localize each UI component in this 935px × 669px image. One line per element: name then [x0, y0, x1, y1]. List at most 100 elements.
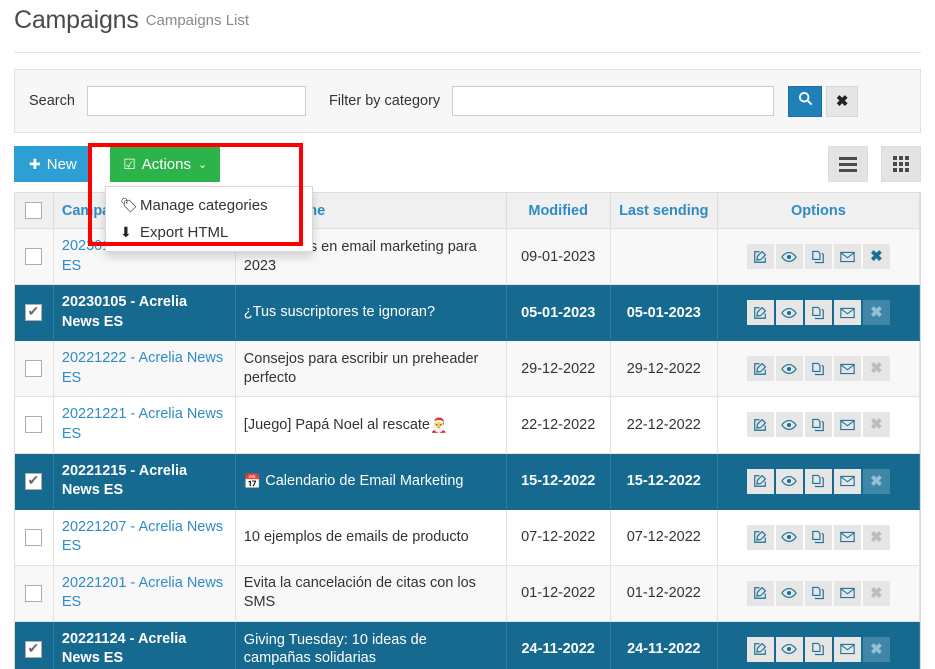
send-button[interactable] — [833, 356, 861, 382]
actions-dropdown-button[interactable]: ☑ Actions ⌄ — [110, 146, 221, 182]
options-cell: ✖ — [717, 509, 921, 566]
edit-button[interactable] — [746, 580, 774, 606]
actions-dropdown-menu[interactable]: 🏷 Manage categories ⬇ Export HTML — [105, 186, 313, 252]
row-checkbox[interactable] — [25, 639, 43, 658]
row-select-cell[interactable] — [15, 228, 54, 286]
send-button[interactable] — [833, 524, 861, 550]
row-select-cell[interactable] — [15, 396, 54, 454]
duplicate-button[interactable] — [804, 636, 832, 662]
duplicate-button[interactable] — [804, 580, 832, 606]
duplicate-button[interactable] — [804, 468, 832, 494]
header-last-sending[interactable]: Last sending — [610, 193, 718, 229]
delete-button: ✖ — [862, 468, 890, 494]
send-button[interactable] — [833, 580, 861, 606]
campaign-link[interactable]: 20221201 - Acrelia News ES — [62, 574, 227, 613]
table-row[interactable]: 20221215 - Acrelia News ES📅Calendario de… — [15, 453, 921, 510]
modified-date-cell: 22-12-2022 — [506, 396, 611, 454]
table-row[interactable]: 20221201 - Acrelia News ES Evita la cance… — [15, 565, 921, 622]
clear-filters-button[interactable]: ✖ — [826, 85, 859, 117]
table-row[interactable]: 20221221 - Acrelia News ES [Juego] Papá N… — [15, 396, 921, 454]
modified-date-cell: 01-12-2022 — [506, 565, 611, 622]
page-header: Campaigns Campaigns List — [0, 0, 935, 46]
preview-button[interactable] — [775, 580, 803, 606]
row-checkbox[interactable] — [25, 248, 43, 266]
edit-button[interactable] — [746, 356, 774, 382]
campaign-link[interactable]: 20221215 - Acrelia News ES — [62, 462, 227, 501]
campaign-link[interactable]: 20221221 - Acrelia News ES — [62, 405, 227, 444]
menu-item-manage-categories[interactable]: 🏷 Manage categories — [106, 192, 312, 219]
new-campaign-button[interactable]: ✚ New — [14, 146, 92, 182]
menu-item-export-html[interactable]: ⬇ Export HTML — [106, 219, 312, 246]
edit-button[interactable] — [746, 300, 774, 326]
header-modified[interactable]: Modified — [506, 193, 611, 229]
preview-button[interactable] — [775, 468, 803, 494]
header-select-all[interactable] — [15, 193, 54, 229]
edit-button[interactable] — [746, 636, 774, 662]
search-input[interactable] — [86, 86, 306, 116]
campaign-name-cell[interactable]: 20221221 - Acrelia News ES — [53, 396, 236, 454]
campaign-name-cell[interactable]: 20221222 - Acrelia News ES — [53, 340, 236, 398]
row-checkbox[interactable] — [25, 360, 43, 378]
campaign-name-cell[interactable]: 20221207 - Acrelia News ES — [53, 509, 236, 566]
last-sending-date-cell — [610, 228, 718, 286]
modified-date-cell: 09-01-2023 — [506, 228, 611, 286]
preview-button[interactable] — [775, 412, 803, 438]
row-checkbox[interactable] — [25, 584, 43, 602]
campaign-name-cell[interactable]: 20221201 - Acrelia News ES — [53, 565, 236, 622]
category-filter-input[interactable] — [452, 86, 775, 116]
send-button[interactable] — [833, 412, 861, 438]
row-select-cell[interactable] — [15, 284, 54, 342]
row-checkbox[interactable] — [25, 416, 43, 434]
row-select-cell[interactable] — [15, 509, 54, 566]
campaign-link[interactable]: 20221124 - Acrelia News ES — [62, 630, 227, 669]
menu-item-label: Export HTML — [140, 224, 229, 241]
table-row[interactable]: 20230105 - Acrelia News ES¿Tus suscripto… — [15, 284, 921, 342]
search-button[interactable] — [788, 85, 823, 117]
send-button[interactable] — [833, 636, 861, 662]
table-row[interactable]: 20221222 - Acrelia News ES Consejos para … — [15, 340, 921, 398]
subject-cell: 📅 Calendario de Email Marketing — [235, 453, 507, 510]
row-checkbox[interactable] — [25, 471, 43, 490]
row-checkbox[interactable] — [25, 528, 43, 546]
list-view-button[interactable] — [827, 146, 868, 182]
campaign-name-cell[interactable]: 20230105 - Acrelia News ES — [53, 284, 236, 342]
campaigns-table: Campaign Subject line Modified Last send… — [15, 193, 921, 669]
edit-button[interactable] — [746, 524, 774, 550]
duplicate-button[interactable] — [804, 524, 832, 550]
campaign-link[interactable]: 20221222 - Acrelia News ES — [62, 349, 227, 388]
send-button[interactable] — [833, 468, 861, 494]
send-button[interactable] — [833, 244, 861, 270]
subject-cell: [Juego] Papá Noel al rescate🎅 — [235, 396, 507, 454]
preview-button[interactable] — [775, 356, 803, 382]
campaign-name-cell[interactable]: 20221215 - Acrelia News ES — [53, 453, 236, 510]
delete-button: ✖ — [862, 636, 890, 662]
duplicate-button[interactable] — [804, 244, 832, 270]
row-select-cell[interactable] — [15, 565, 54, 622]
row-checkbox[interactable] — [25, 302, 43, 322]
duplicate-button[interactable] — [804, 356, 832, 382]
table-row[interactable]: 20221124 - Acrelia News ESGiving Tuesday… — [15, 621, 921, 669]
row-select-cell[interactable] — [15, 453, 54, 510]
edit-button[interactable] — [746, 468, 774, 494]
delete-button[interactable]: ✖ — [862, 244, 890, 270]
preview-button[interactable] — [775, 636, 803, 662]
preview-button[interactable] — [775, 244, 803, 270]
row-select-cell[interactable] — [15, 340, 54, 398]
download-icon: ⬇ — [120, 224, 132, 240]
duplicate-button[interactable] — [804, 412, 832, 438]
preview-button[interactable] — [775, 524, 803, 550]
table-row[interactable]: 20221207 - Acrelia News ES 10 ejemplos de… — [15, 509, 921, 566]
campaign-link[interactable]: 20221207 - Acrelia News ES — [62, 518, 227, 557]
row-select-cell[interactable] — [15, 621, 54, 669]
campaign-name-cell[interactable]: 20221124 - Acrelia News ES — [53, 621, 236, 669]
grid-view-button[interactable] — [881, 146, 921, 182]
select-all-checkbox[interactable] — [25, 202, 43, 219]
subject-emoji: 📅 — [243, 472, 262, 489]
edit-button[interactable] — [746, 412, 774, 438]
category-label: Filter by category — [328, 93, 441, 109]
preview-button[interactable] — [775, 300, 803, 326]
campaign-link[interactable]: 20230105 - Acrelia News ES — [62, 293, 227, 332]
send-button[interactable] — [833, 300, 861, 326]
duplicate-button[interactable] — [804, 300, 832, 326]
edit-button[interactable] — [746, 244, 774, 270]
